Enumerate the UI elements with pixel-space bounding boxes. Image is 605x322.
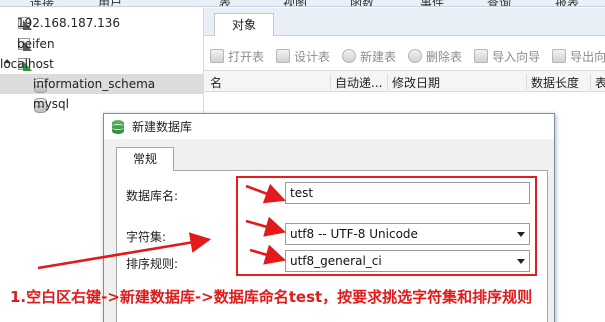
menu-function[interactable]: 函数 [350,0,374,6]
new-database-icon [112,119,124,134]
column-header-table[interactable]: 表 [590,74,605,90]
objects-toolbar: 打开表 设计表 新建表 删除表 导入向导 导出向导 [204,45,605,67]
open-table-button[interactable]: 打开表 [210,48,264,65]
export-wizard-button[interactable]: 导出向导 [552,48,605,65]
menu-connection[interactable]: 连接 [30,0,54,6]
design-table-label: 设计表 [294,49,331,64]
tree-connection-beifen[interactable]: beifen [0,34,204,54]
charset-label: 字符集: [126,230,167,244]
import-wizard-label: 导入向导 [492,49,541,64]
column-header-modified-date[interactable]: 修改日期 [387,74,440,90]
import-wizard-button[interactable]: 导入向导 [474,48,540,65]
tree-connection-192-168-187-136[interactable]: 192.168.187.136 [0,13,204,33]
delete-table-button[interactable]: 删除表 [408,48,462,65]
charset-select[interactable]: utf8 -- UTF-8 Unicode [285,223,530,245]
open-table-label: 打开表 [228,49,265,64]
dialog-titlebar[interactable]: 新建数据库 [104,114,554,139]
top-menubar: 连接 用户 表 视图 函数 事件 查询 报表 [0,0,605,7]
tree-connection-label: beifen [17,37,55,51]
database-name-input[interactable]: test [285,182,530,204]
collation-label: 排序规则: [126,257,179,271]
open-table-icon [210,49,224,63]
new-table-label: 新建表 [360,49,397,64]
tab-objects[interactable]: 对象 [214,13,274,36]
tab-general[interactable]: 常规 [116,147,174,171]
new-table-button[interactable]: 新建表 [342,48,396,65]
design-table-icon [276,49,291,63]
export-icon [552,49,567,63]
charset-value: utf8 -- UTF-8 Unicode [290,227,418,241]
design-table-button[interactable]: 设计表 [276,48,330,65]
tree-database-label: information_schema [33,77,156,91]
objects-tabstrip: 对象 [204,8,605,36]
menu-query[interactable]: 查询 [487,0,511,6]
delete-table-label: 删除表 [426,49,463,64]
tree-connection-localhost[interactable]: localhost [0,54,204,74]
collation-value: utf8_general_ci [290,254,382,268]
dialog-title: 新建数据库 [132,120,193,134]
objects-table-header: 名 自动递... 修改日期 数据长度 表 [204,70,605,92]
chevron-down-icon [517,232,525,237]
tree-database-mysql[interactable]: mysql [0,94,204,114]
column-header-auto-increment[interactable]: 自动递... [330,74,382,90]
annotation-caption: 1.空白区右键->新建数据库->数据库命名test，按要求挑选字符集和排序规则 [10,288,533,306]
menu-report[interactable]: 报表 [555,0,579,6]
database-name-label: 数据库名: [126,189,179,203]
collation-select[interactable]: utf8_general_ci [285,250,530,272]
menu-event[interactable]: 事件 [420,0,444,6]
menu-view[interactable]: 视图 [283,0,307,6]
column-header-data-length[interactable]: 数据长度 [526,74,579,90]
tree-database-label: mysql [33,97,69,111]
tree-connection-label: 192.168.187.136 [17,16,121,30]
column-header-name[interactable]: 名 [204,74,222,90]
menu-table[interactable]: 表 [219,0,231,6]
import-icon [474,49,489,63]
chevron-down-icon [517,259,525,264]
remove-icon [408,49,423,63]
tree-connection-label: localhost [0,57,54,71]
export-wizard-label: 导出向导 [570,49,605,64]
add-icon [342,49,357,63]
menu-user[interactable]: 用户 [98,0,122,6]
tree-database-information-schema[interactable]: information_schema [0,74,204,94]
